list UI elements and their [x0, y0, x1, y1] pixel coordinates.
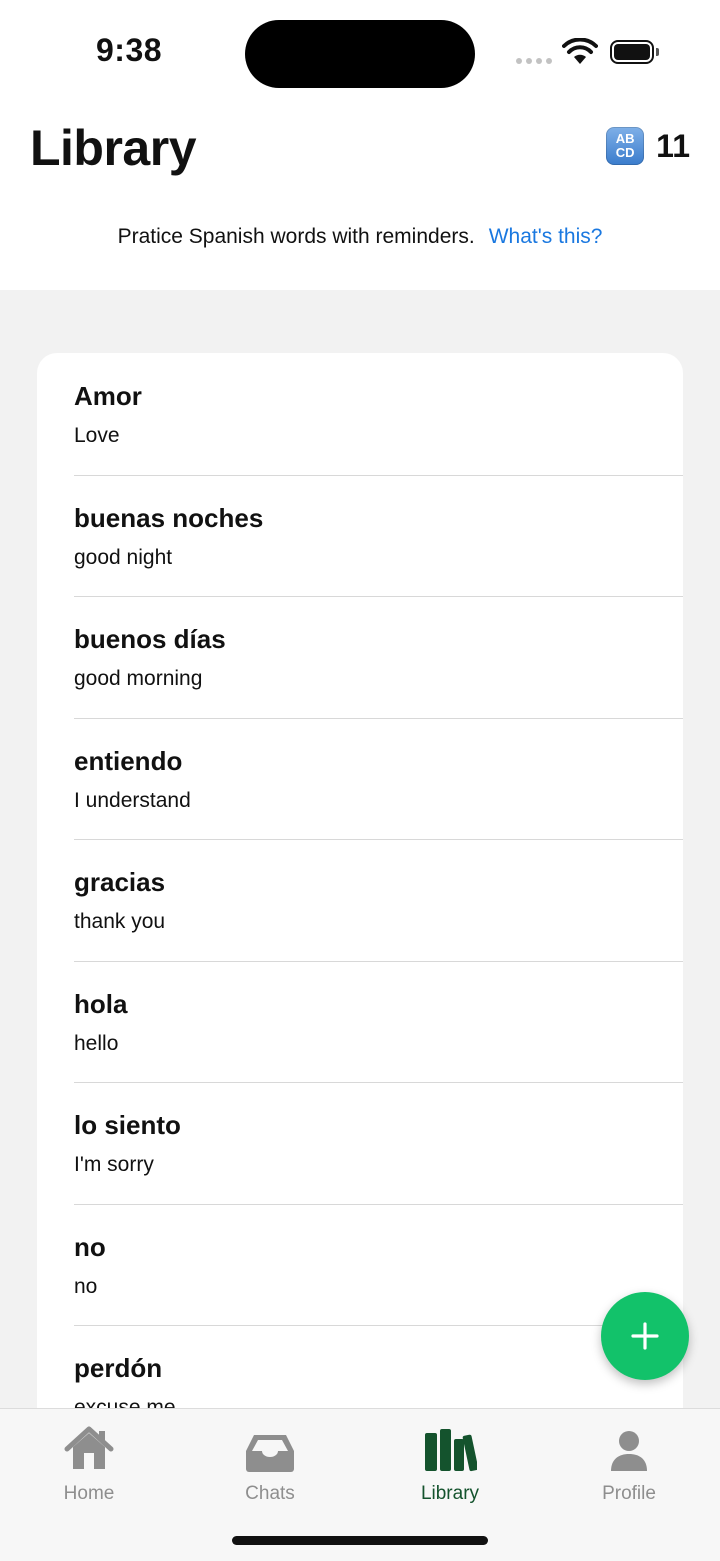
tab-label: Home: [63, 1483, 115, 1504]
list-item[interactable]: hola hello: [37, 960, 683, 1083]
tab-label: Library: [420, 1483, 480, 1504]
library-header: Library AB CD 11 Pratice Spanish words w…: [0, 105, 720, 290]
word-translation: I'm sorry: [74, 1153, 154, 1176]
word-spanish: buenos días: [74, 624, 226, 654]
word-translation: good morning: [74, 667, 203, 690]
word-spanish: gracias: [74, 867, 166, 897]
word-spanish: lo siento: [74, 1110, 181, 1140]
whats-this-link[interactable]: What's this?: [489, 225, 603, 248]
word-spanish: entiendo: [74, 745, 183, 776]
page-title: Library: [30, 120, 197, 176]
word-translation: hello: [74, 1031, 119, 1055]
word-count: 11: [656, 127, 690, 164]
word-list: Amor Love buenas noches good night bueno…: [37, 353, 683, 1453]
tab-chats[interactable]: Chats: [210, 1419, 330, 1505]
word-spanish: hola: [74, 988, 128, 1019]
abcd-icon-text-top: AB: [615, 131, 635, 146]
dynamic-island: [245, 20, 475, 88]
abcd-icon: AB CD: [606, 127, 645, 165]
tab-home[interactable]: Home: [29, 1419, 149, 1505]
wifi-icon: [562, 38, 598, 64]
word-translation: Love: [74, 424, 120, 447]
word-counter[interactable]: AB CD 11: [606, 127, 690, 165]
tab-label: Profile: [602, 1483, 656, 1504]
word-translation: I understand: [74, 788, 191, 812]
list-item[interactable]: no no: [37, 1203, 683, 1326]
person-icon: [611, 1431, 647, 1471]
word-spanish: buenas noches: [74, 502, 264, 533]
list-item[interactable]: buenas noches good night: [37, 474, 683, 597]
house-icon: [64, 1426, 114, 1469]
subtitle-text: Pratice Spanish words with reminders.: [117, 225, 475, 248]
subtitle: Pratice Spanish words with reminders. Wha…: [0, 225, 720, 249]
plus-icon: [631, 1322, 659, 1350]
home-indicator[interactable]: [232, 1536, 488, 1545]
tab-library[interactable]: Library: [390, 1419, 510, 1505]
list-item[interactable]: entiendo I understand: [37, 717, 683, 840]
tab-profile[interactable]: Profile: [569, 1419, 689, 1505]
word-spanish: no: [74, 1231, 106, 1262]
list-item[interactable]: gracias thank you: [37, 839, 683, 961]
word-translation: good night: [74, 545, 173, 569]
word-spanish: perdón: [74, 1353, 163, 1383]
list-item[interactable]: buenos días good morning: [37, 596, 683, 718]
tab-label: Chats: [245, 1483, 295, 1504]
inbox-tray-icon: [246, 1435, 294, 1472]
word-translation: thank you: [74, 910, 166, 933]
books-icon: [425, 1429, 477, 1472]
status-time: 9:38: [96, 32, 163, 68]
word-spanish: Amor: [74, 381, 142, 411]
list-item[interactable]: lo siento I'm sorry: [37, 1082, 683, 1204]
cellular-signal-icon: [516, 58, 552, 64]
list-item[interactable]: Amor Love: [37, 353, 683, 475]
battery-icon: [610, 40, 659, 64]
status-bar: 9:38: [0, 0, 720, 105]
add-word-button[interactable]: [601, 1292, 689, 1380]
abcd-icon-text-bottom: CD: [615, 145, 635, 160]
word-translation: no: [74, 1274, 98, 1298]
